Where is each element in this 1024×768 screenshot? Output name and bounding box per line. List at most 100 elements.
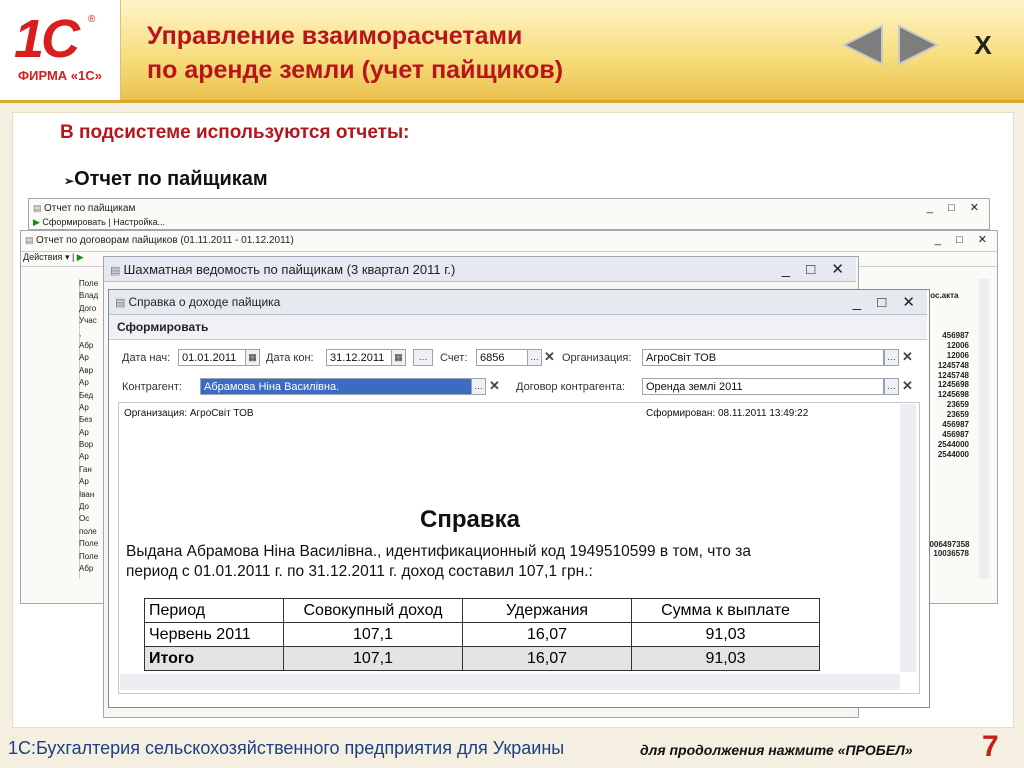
run-button[interactable]: Сформировать (42, 217, 105, 227)
calendar-icon[interactable]: ▦ (391, 349, 406, 366)
table-header-row: Период Совокупный доход Удержания Сумма … (144, 598, 820, 623)
column-header: гос.акта (927, 291, 959, 300)
select-button[interactable]: … (884, 378, 899, 395)
prev-arrow-icon[interactable] (838, 22, 888, 68)
actions-menu[interactable]: Действия (23, 252, 62, 262)
report-icon: ▤ (25, 235, 37, 245)
bullet-arrow-icon: ➢ (64, 174, 75, 188)
close-slide-button[interactable]: X (958, 22, 1008, 68)
window-controls[interactable]: _ □ ✕ (782, 260, 850, 278)
number-cell: 456987 (942, 420, 969, 430)
settings-button[interactable]: Настройка... (113, 217, 165, 227)
page-number: 7 (982, 730, 999, 763)
table-row: Червень 2011 107,1 16,07 91,03 (144, 622, 820, 647)
report-icon: ▤ (110, 265, 124, 277)
report-window-shareholders: ▤ Отчет по пайщикам _ □ ✕ ▶ Сформировать… (28, 198, 990, 230)
select-button[interactable]: … (884, 349, 899, 366)
run-button[interactable]: Сформировать (117, 320, 208, 334)
number-cell: 1006497358 (925, 539, 970, 549)
clear-icon[interactable]: ✕ (489, 378, 500, 394)
report-icon: ▤ (33, 203, 45, 213)
organization-field[interactable]: АгроСвіт ТОВ (642, 349, 884, 366)
cell-payout: 91,03 (631, 622, 820, 647)
number-cell: 456987 (942, 331, 969, 340)
window-controls[interactable]: _ □ ✕ (935, 233, 993, 246)
cell-total-payout: 91,03 (631, 646, 820, 671)
cell-total-income: 107,1 (283, 646, 463, 671)
date-end-field[interactable]: 31.12.2011 (326, 349, 392, 366)
contractor-label: Контрагент: (122, 381, 182, 393)
window-title: ▤ Отчет по пайщикам (33, 203, 136, 214)
section-subtitle: В подсистеме используются отчеты: (60, 122, 410, 143)
number-cell: 23659 (946, 410, 969, 420)
table-total-row: Итого 107,1 16,07 91,03 (144, 646, 820, 671)
toolbar: ▶ Сформировать | Настройка... (33, 217, 166, 227)
vertical-scrollbar[interactable] (900, 404, 916, 672)
window-title: ▤ Шахматная ведомость по пайщикам (3 ква… (110, 262, 456, 277)
clear-icon[interactable]: ✕ (544, 349, 555, 365)
run-icon: ▶ (33, 217, 43, 227)
select-button[interactable]: … (471, 378, 486, 395)
number-cell: 1245698 (937, 380, 969, 390)
clear-icon[interactable]: ✕ (902, 378, 913, 394)
report-text-line2: период с 01.01.2011 г. по 31.12.2011 г. … (126, 563, 593, 580)
scrollbar[interactable] (979, 279, 989, 579)
bullet-text: Отчет по пайщикам (74, 168, 268, 190)
number-cell: 10036578 (933, 549, 969, 559)
account-label: Счет: (440, 352, 468, 364)
cell-income: 107,1 (283, 622, 463, 647)
toolbar (109, 315, 927, 340)
income-table: Период Совокупный доход Удержания Сумма … (144, 598, 820, 671)
footer-hint: для продолжения нажмите «ПРОБЕЛ» (640, 742, 913, 758)
cell-period: Червень 2011 (144, 622, 284, 647)
account-field[interactable]: 6856 (476, 349, 528, 366)
slide-title-line2: по аренде земли (учет пайщиков) (147, 56, 564, 84)
organization-label: Организация: (562, 352, 632, 364)
report-generated: Сформирован: 08.11.2011 13:49:22 (646, 408, 809, 419)
next-arrow-icon[interactable] (893, 22, 943, 68)
slide-title-line1: Управление взаиморасчетами (147, 22, 523, 50)
tree-column (27, 279, 80, 579)
header-deductions: Удержания (462, 598, 632, 623)
logo-registered: ® (88, 14, 96, 25)
report-heading: Справка (420, 506, 520, 533)
number-cell: 456987 (942, 429, 969, 439)
number-cell: 1245748 (937, 360, 969, 370)
window-controls[interactable]: _ □ ✕ (853, 293, 921, 311)
cell-deductions: 16,07 (462, 622, 632, 647)
period-select-button[interactable]: … (413, 349, 433, 366)
number-cell: 12006 (946, 340, 969, 350)
bullet-item: ➢Отчет по пайщикам (64, 168, 268, 191)
horizontal-scrollbar[interactable] (120, 674, 900, 690)
number-cell: 1245698 (937, 390, 969, 400)
clear-icon[interactable]: ✕ (902, 349, 913, 365)
date-start-label: Дата нач: (122, 352, 171, 364)
window-controls[interactable]: _ □ ✕ (927, 201, 985, 214)
number-cell: 1245748 (937, 370, 969, 380)
cell-total-label: Итого (144, 646, 284, 671)
number-cell: 2544000 (937, 449, 969, 459)
window-title: ▤ Отчет по договорам пайщиков (01.11.201… (25, 235, 294, 246)
header-total-income: Совокупный доход (283, 598, 463, 623)
number-cell: 12006 (946, 350, 969, 360)
header-period: Период (144, 598, 284, 623)
number-column: 456987 12006 12006 1245748 1245748 1245698 124… (925, 331, 975, 559)
logo-mark: 1С (14, 9, 80, 69)
calendar-icon[interactable]: ▦ (245, 349, 260, 366)
contract-field[interactable]: Оренда землі 2011 (642, 378, 884, 395)
logo-text: ФИРМА «1С» (18, 68, 102, 83)
select-button[interactable]: … (527, 349, 542, 366)
cell-total-deductions: 16,07 (462, 646, 632, 671)
date-end-label: Дата кон: (266, 352, 314, 364)
number-cell: 23659 (946, 400, 969, 410)
footer-product-name: 1С:Бухгалтерия сельскохозяйственного пре… (8, 738, 565, 758)
report-org-line: Организация: АгроСвіт ТОВ (124, 408, 254, 419)
report-icon: ▤ (115, 297, 129, 309)
run-icon: ▶ (76, 252, 84, 262)
window-title: ▤ Справка о доходе пайщика (115, 295, 281, 309)
contract-label: Договор контрагента: (516, 381, 626, 393)
header-payout: Сумма к выплате (631, 598, 820, 623)
contractor-field[interactable]: Абрамова Ніна Василівна. (200, 378, 472, 395)
number-cell: 2544000 (937, 439, 969, 449)
date-start-field[interactable]: 01.01.2011 (178, 349, 246, 366)
